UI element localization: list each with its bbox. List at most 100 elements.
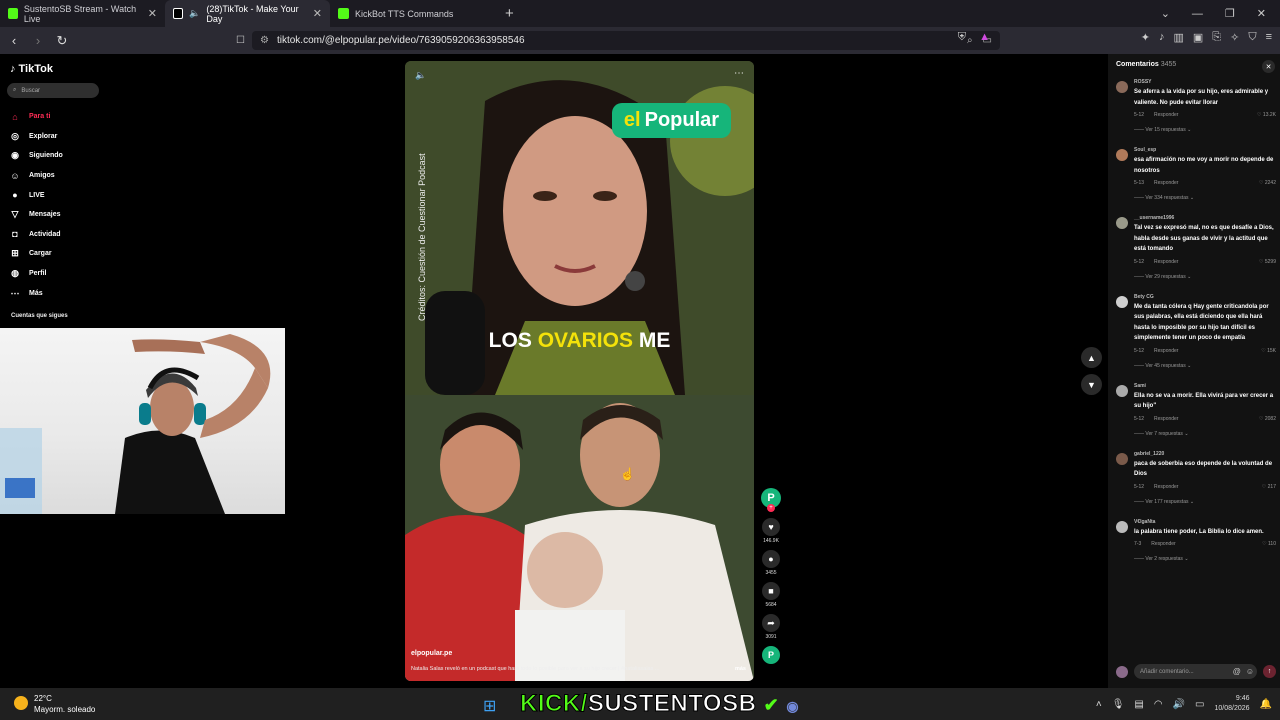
video-author-handle[interactable]: elpopular.pe: [411, 650, 452, 657]
screenshot-icon[interactable]: ⎘: [1212, 31, 1221, 44]
comment-like-button[interactable]: ♡ 110: [1262, 541, 1276, 547]
close-tab-icon[interactable]: ✕: [148, 7, 157, 20]
commenter-avatar[interactable]: [1116, 452, 1128, 465]
nav-item-siguiendo[interactable]: ◉ Siguiendo: [9, 146, 63, 166]
next-video-button[interactable]: ▼: [1081, 374, 1102, 395]
menu-icon[interactable]: ≡: [1266, 31, 1272, 44]
comment-username[interactable]: ROSSY: [1134, 79, 1276, 85]
comment-username[interactable]: V€lgaNta: [1134, 519, 1276, 525]
save-button[interactable]: ■ 5684: [760, 582, 782, 608]
nav-item-cargar[interactable]: ⊞ Cargar: [9, 244, 63, 264]
emoji-icon[interactable]: ☺: [1246, 667, 1254, 676]
view-replies-button[interactable]: —— Ver 177 respuestas ⌄: [1134, 499, 1276, 505]
wifi-icon[interactable]: ◠: [1154, 699, 1163, 710]
zoom-icon[interactable]: ⌕: [967, 35, 973, 46]
music-icon[interactable]: ♪: [1159, 31, 1165, 44]
reply-button[interactable]: Responder: [1154, 112, 1178, 118]
close-comments-button[interactable]: ✕: [1262, 60, 1275, 73]
aria-icon[interactable]: ▲: [979, 31, 990, 43]
comment-username[interactable]: Bety CG: [1134, 294, 1276, 300]
share-button[interactable]: ➦ 3091: [760, 614, 782, 640]
heart-icon[interactable]: ♥: [762, 518, 780, 536]
commenter-avatar[interactable]: [1116, 149, 1128, 161]
sidebar-icon[interactable]: ▥: [1173, 31, 1183, 44]
volume-icon[interactable]: 🔈: [415, 70, 426, 81]
commenter-avatar[interactable]: [1116, 384, 1128, 397]
shield-icon[interactable]: ⛨: [958, 31, 966, 44]
search-input[interactable]: ⌕ Buscar: [7, 83, 99, 98]
reply-button[interactable]: Responder: [1154, 180, 1178, 186]
view-replies-button[interactable]: —— Ver 334 respuestas ⌄: [1134, 195, 1276, 201]
weather-widget[interactable]: 22°C Mayorm. soleado: [14, 693, 95, 715]
network-icon[interactable]: ▤: [1134, 699, 1143, 710]
previous-video-button[interactable]: ▲: [1081, 347, 1102, 368]
back-button[interactable]: ‹: [4, 33, 24, 48]
site-info-icon[interactable]: ⚙: [260, 35, 269, 46]
video-player[interactable]: el Popular Créditos: Cuestión de Cuestio…: [405, 61, 754, 681]
follow-plus-icon[interactable]: +: [767, 504, 775, 512]
reload-button[interactable]: ↻: [52, 33, 72, 49]
commenter-avatar[interactable]: [1116, 81, 1128, 93]
tab-list-chevron-icon[interactable]: ⌄: [1161, 7, 1170, 20]
speaker-icon[interactable]: 🔈: [189, 8, 200, 19]
share-icon[interactable]: ➦: [762, 614, 780, 632]
extensions-icon[interactable]: ✦: [1141, 31, 1150, 44]
comment-username[interactable]: Sami: [1134, 383, 1276, 389]
comment-like-button[interactable]: ♡ 15K: [1261, 348, 1276, 354]
view-replies-button[interactable]: —— Ver 29 respuestas ⌄: [1134, 274, 1276, 280]
tiktok-logo[interactable]: ♪ TikTok: [10, 63, 53, 75]
discord-icon[interactable]: ◉: [786, 698, 799, 714]
reply-button[interactable]: Responder: [1154, 259, 1178, 265]
view-replies-button[interactable]: —— Ver 2 respuestas ⌄: [1134, 556, 1276, 562]
battery-icon[interactable]: ▭: [1195, 699, 1204, 710]
windows-start-icon[interactable]: ⊞: [483, 696, 496, 716]
microphone-icon[interactable]: 🎙: [1112, 699, 1125, 710]
clock[interactable]: 9:46 10/08/2026: [1215, 694, 1250, 714]
url-text[interactable]: tiktok.com/@elpopular.pe/video/763905920…: [277, 35, 525, 46]
close-window-button[interactable]: ✕: [1257, 7, 1266, 20]
nav-item-para-ti[interactable]: ⌂ Para ti: [9, 107, 63, 127]
send-comment-button[interactable]: ↑: [1263, 665, 1276, 678]
reply-button[interactable]: Responder: [1151, 541, 1175, 547]
comment-button[interactable]: ● 3455: [760, 550, 782, 576]
bookmark-icon[interactable]: ☐: [236, 35, 245, 46]
view-replies-button[interactable]: —— Ver 7 respuestas ⌄: [1134, 431, 1276, 437]
nav-item-explorar[interactable]: ◎ Explorar: [9, 127, 63, 147]
tray-chevron-icon[interactable]: ˄: [1096, 699, 1102, 710]
comment-like-button[interactable]: ♡ 5299: [1259, 259, 1276, 265]
comment-username[interactable]: __username1996: [1134, 215, 1276, 221]
forward-button[interactable]: ›: [28, 33, 48, 48]
comment-like-button[interactable]: ♡ 2242: [1259, 180, 1276, 186]
view-replies-button[interactable]: —— Ver 15 respuestas ⌄: [1134, 127, 1276, 133]
nav-item-mensajes[interactable]: ▽ Mensajes: [9, 205, 63, 225]
view-replies-button[interactable]: —— Ver 45 respuestas ⌄: [1134, 363, 1276, 369]
like-button[interactable]: ♥ 146.9K: [760, 518, 782, 544]
tab-sustentosb[interactable]: SustentoSB Stream - Watch Live ✕: [0, 0, 165, 27]
reply-button[interactable]: Responder: [1154, 416, 1178, 422]
nav-item-live[interactable]: ● LIVE: [9, 185, 63, 205]
music-disc[interactable]: P: [760, 646, 782, 664]
commenter-avatar[interactable]: [1116, 217, 1128, 229]
reply-button[interactable]: Responder: [1154, 348, 1178, 354]
vpn-icon[interactable]: ⛉: [1248, 31, 1256, 44]
commenter-avatar[interactable]: [1116, 295, 1128, 308]
see-more-link[interactable]: más: [735, 666, 746, 672]
comment-like-button[interactable]: ♡ 2082: [1259, 416, 1276, 422]
comment-like-button[interactable]: ♡ 13.2K: [1257, 112, 1276, 118]
close-tab-icon[interactable]: ✕: [313, 7, 322, 20]
nav-item-m-s[interactable]: ⋯ Más: [9, 283, 63, 303]
music-disc-icon[interactable]: P: [762, 646, 780, 664]
nav-item-perfil[interactable]: ◍ Perfil: [9, 264, 63, 284]
nav-item-amigos[interactable]: ☺ Amigos: [9, 166, 63, 186]
notification-icon[interactable]: 🔔: [1260, 699, 1272, 710]
bookmark-icon[interactable]: ■: [762, 582, 780, 600]
more-options-icon[interactable]: ⋯: [734, 68, 744, 79]
new-tab-button[interactable]: +: [495, 0, 524, 27]
ai-icon[interactable]: ✧: [1230, 31, 1239, 44]
comment-username[interactable]: gabriel_1220: [1134, 451, 1276, 457]
maximize-button[interactable]: ❐: [1225, 7, 1235, 20]
comment-like-button[interactable]: ♡ 217: [1262, 484, 1276, 490]
mention-icon[interactable]: @: [1233, 667, 1241, 676]
minimize-button[interactable]: —: [1192, 8, 1203, 20]
commenter-avatar[interactable]: [1116, 520, 1128, 533]
